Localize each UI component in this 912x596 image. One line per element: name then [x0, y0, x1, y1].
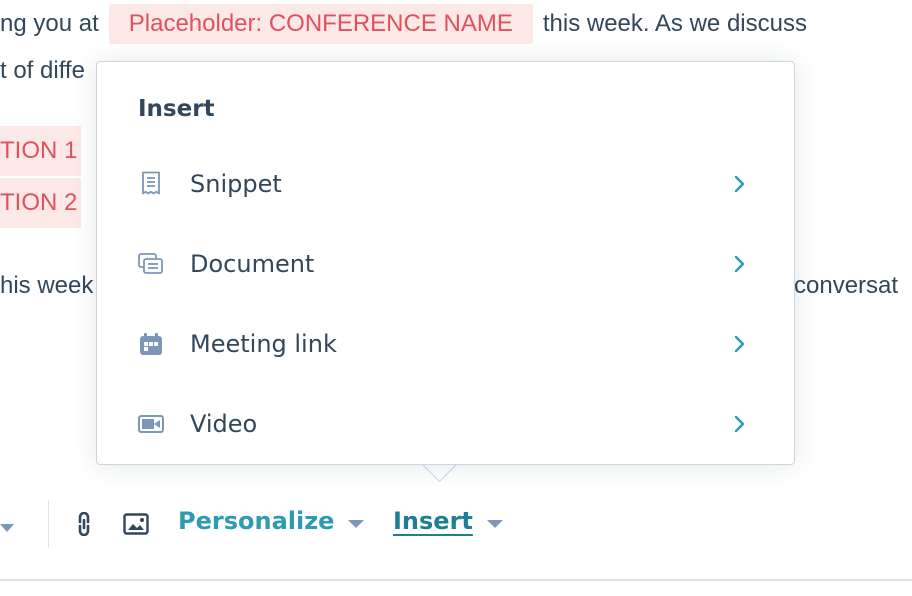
insert-label: Insert	[393, 507, 473, 535]
chevron-right-icon	[730, 174, 750, 194]
body-line-5-end: conversat	[794, 273, 898, 299]
placeholder-text: TION 1	[0, 137, 78, 164]
video-icon	[138, 411, 164, 437]
chevron-right-icon	[730, 254, 750, 274]
menu-item-label: Meeting link	[190, 330, 337, 358]
menu-item-snippet[interactable]: Snippet	[97, 152, 794, 216]
popover-title: Insert	[138, 96, 215, 122]
editor-toolbar: Personalize Insert	[0, 490, 912, 560]
menu-item-document[interactable]: Document	[97, 232, 794, 296]
body-line-1: ng you at Placeholder: CONFERENCE NAME t…	[0, 2, 807, 46]
placeholder-text: TION 2	[0, 189, 78, 216]
chevron-right-icon	[730, 414, 750, 434]
document-icon	[138, 251, 164, 277]
body-text: his week	[0, 272, 94, 299]
menu-item-label: Snippet	[190, 170, 282, 198]
caret-down-icon[interactable]	[0, 518, 16, 537]
body-line-5: his week	[0, 273, 93, 299]
menu-item-video[interactable]: Video	[97, 392, 794, 456]
image-icon[interactable]	[122, 510, 150, 538]
menu-item-meeting-link[interactable]: Meeting link	[97, 312, 794, 376]
body-text: t of diffe	[0, 57, 85, 84]
body-text: ng you at	[0, 10, 99, 37]
link-icon[interactable]	[70, 510, 98, 538]
insert-button[interactable]: Insert	[393, 507, 503, 535]
caret-down-icon	[348, 507, 365, 535]
snippet-icon	[138, 171, 164, 197]
chevron-right-icon	[730, 334, 750, 354]
body-text: this week. As we discuss	[542, 10, 807, 37]
question-1-placeholder[interactable]: TION 1	[0, 126, 82, 176]
menu-item-label: Video	[190, 410, 258, 438]
insert-popover: Insert Snippet Document Meeting link Vid…	[96, 61, 795, 465]
menu-item-label: Document	[190, 250, 315, 278]
question-2-placeholder[interactable]: TION 2	[0, 178, 82, 228]
personalize-button[interactable]: Personalize	[178, 507, 365, 535]
caret-down-icon	[486, 507, 503, 535]
body-text: conversat	[794, 272, 899, 299]
personalize-label: Personalize	[178, 507, 335, 535]
body-line-2: t of diffe	[0, 58, 85, 84]
conference-name-placeholder[interactable]: Placeholder: CONFERENCE NAME	[108, 4, 533, 44]
toolbar-divider	[48, 500, 49, 548]
meeting-calendar-icon	[138, 331, 164, 357]
toolbar-bottom-border	[0, 579, 912, 581]
